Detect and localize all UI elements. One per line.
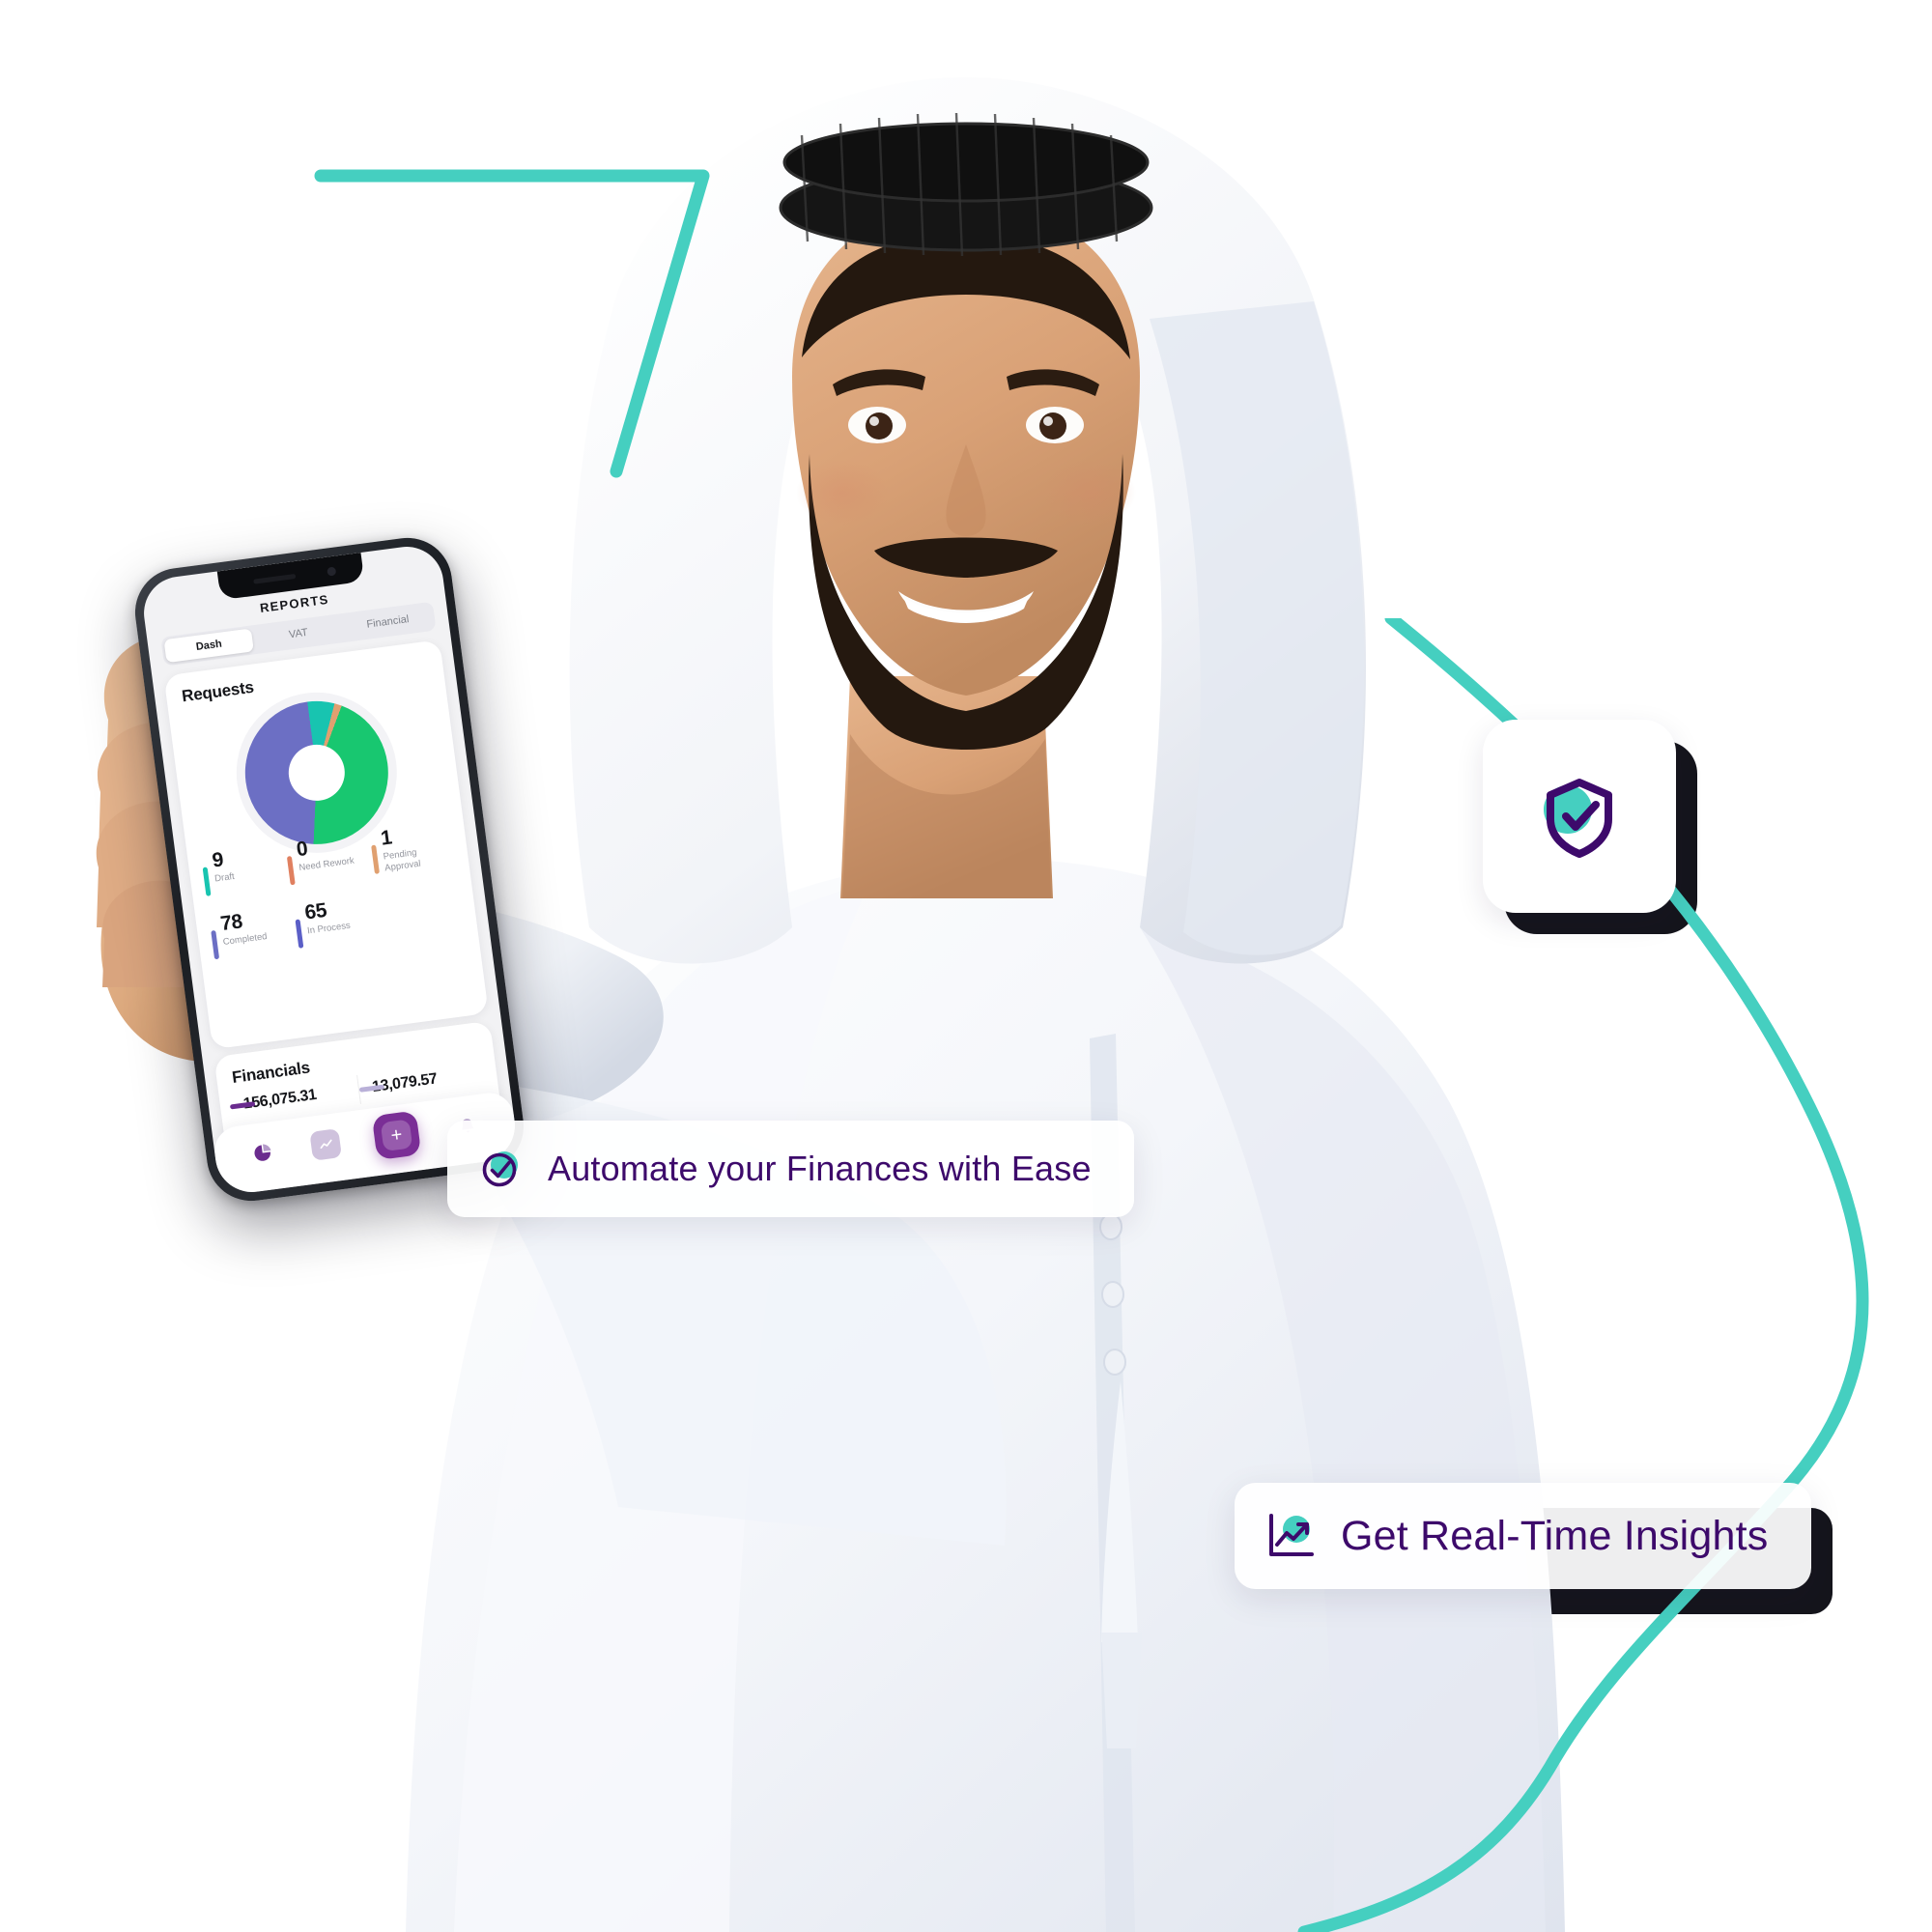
shield-check-icon — [1544, 779, 1612, 858]
financial-amount: 156,075.31 — [242, 1086, 318, 1113]
add-icon[interactable]: + — [371, 1110, 422, 1161]
add-glyph: + — [380, 1119, 413, 1152]
stat-value: 78 — [218, 910, 244, 936]
hero-banner: REPORTS Dash VAT Financial Requests 9 Dr… — [0, 0, 1932, 1932]
stat-label: Pending Approval — [383, 847, 422, 874]
stat-pending-approval: 1 Pending Approval — [367, 819, 459, 886]
check-circle-icon — [482, 1151, 518, 1187]
stat-value: 65 — [303, 898, 328, 924]
badge-label: Automate your Finances with Ease — [548, 1149, 1092, 1188]
chart-trending-up-icon — [1269, 1514, 1314, 1556]
tab-dash[interactable]: Dash — [163, 628, 255, 664]
teal-curve-decoration — [1297, 618, 1869, 1932]
stat-color-bar — [286, 855, 296, 886]
analytics-icon[interactable] — [309, 1128, 342, 1161]
smartphone-mockup: REPORTS Dash VAT Financial Requests 9 Dr… — [129, 532, 529, 1207]
stat-in-process: 65 In Process — [291, 894, 383, 960]
badge-realtime-insights[interactable]: Get Real-Time Insights — [1235, 1483, 1833, 1614]
stat-value: 9 — [211, 848, 225, 872]
stat-draft: 9 Draft — [199, 841, 291, 908]
security-shield-card[interactable] — [1483, 720, 1697, 934]
tab-vat[interactable]: VAT — [253, 616, 344, 651]
pie-chart-icon[interactable] — [246, 1137, 279, 1170]
phone-screen: REPORTS Dash VAT Financial Requests 9 Dr… — [139, 542, 520, 1197]
tab-financial[interactable]: Financial — [343, 605, 434, 639]
stat-color-bar — [371, 844, 380, 874]
stat-need-rework: 0 Need Rework — [283, 831, 375, 897]
badge-label: Get Real-Time Insights — [1341, 1512, 1769, 1559]
badge-automate-finances[interactable]: Automate your Finances with Ease — [447, 1121, 1134, 1217]
requests-card: Requests 9 Draft 0 Need Rework 1 Pending… — [163, 639, 489, 1050]
stat-color-bar — [295, 919, 304, 949]
teal-triangle-decoration — [314, 169, 710, 478]
stat-color-bar — [202, 867, 212, 896]
requests-stats-grid: 9 Draft 0 Need Rework 1 Pending Approval — [199, 819, 468, 971]
stat-empty — [376, 883, 468, 950]
stat-completed: 78 Completed — [207, 904, 298, 971]
financial-amount: 13,079.57 — [371, 1070, 439, 1096]
stat-color-bar — [211, 929, 220, 960]
